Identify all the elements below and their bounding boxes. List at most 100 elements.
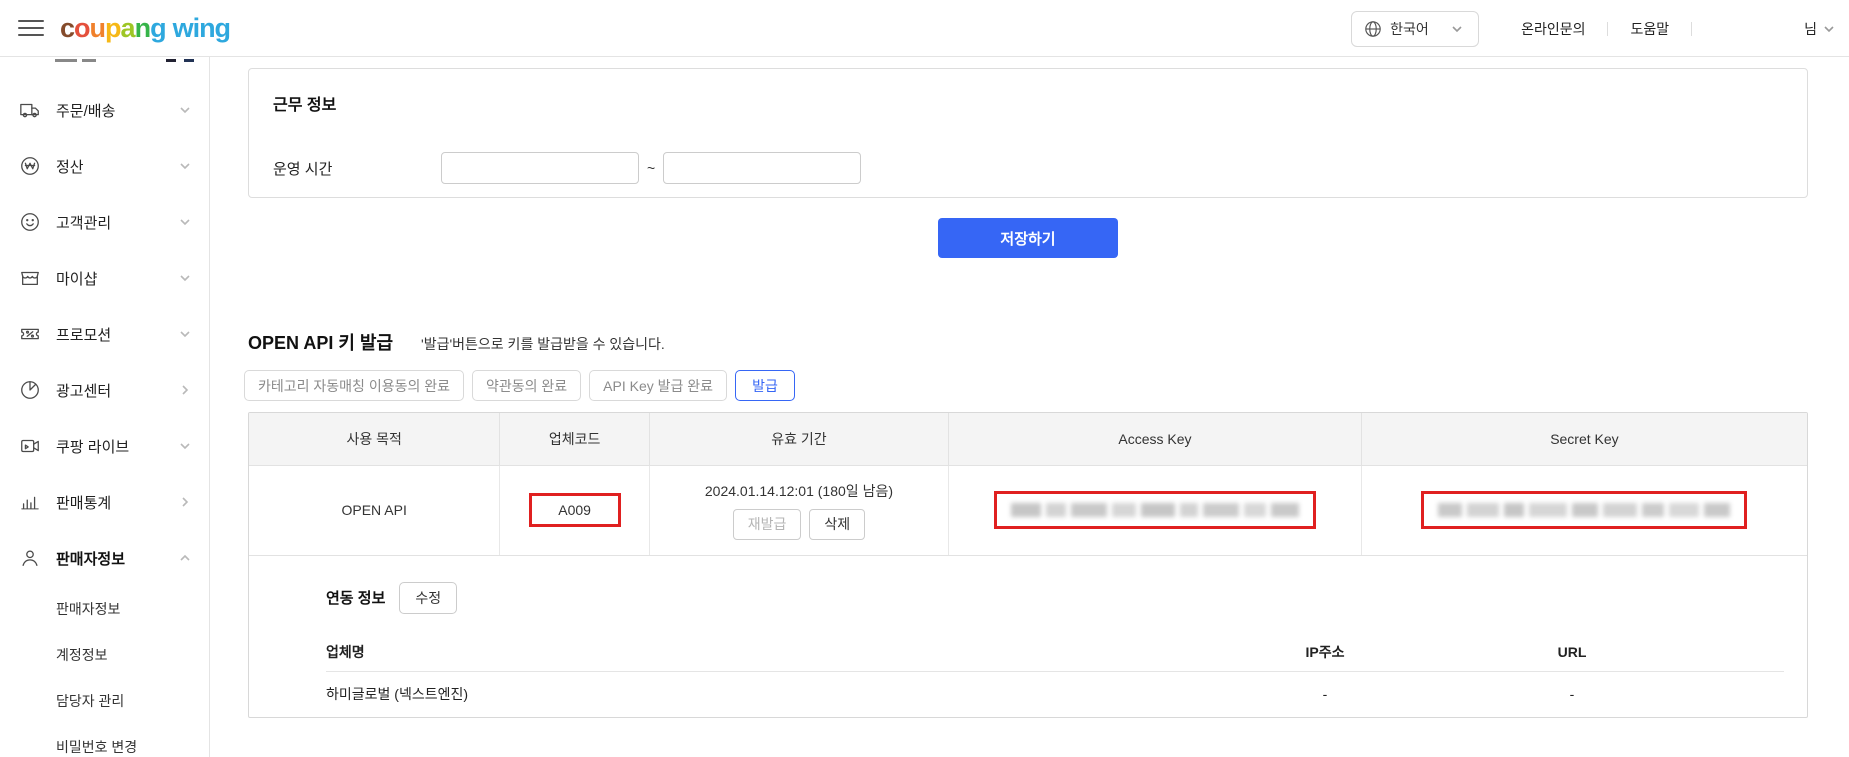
integration-info-title: 연동 정보 (326, 590, 386, 607)
api-key-table: 사용 목적 업체코드 유효 기간 Access Key Secret Key O… (249, 413, 1807, 556)
work-info-card: 근무 정보 운영 시간 ~ (248, 68, 1808, 198)
operating-hours-label: 운영 시간 (273, 160, 333, 178)
api-key-card: 사용 목적 업체코드 유효 기간 Access Key Secret Key O… (248, 412, 1808, 718)
chevron-down-icon (180, 275, 190, 282)
sidebar-item-my-shop[interactable]: 마이샵 (0, 250, 209, 306)
sidebar-item-promotion[interactable]: 프로모션 (0, 306, 209, 362)
access-key-redacted-value (1010, 503, 1299, 517)
open-api-description: '발급'버튼으로 키를 발급받을 수 있습니다. (421, 336, 665, 352)
hamburger-menu-icon[interactable] (18, 18, 44, 38)
ip-value: - (1322, 686, 1328, 702)
logo-wing-text: wing (172, 12, 231, 43)
submenu-item-account-info[interactable]: 계정정보 (56, 632, 209, 678)
api-status-tag-row: 카테고리 자동매칭 이용동의 완료 약관동의 완료 API Key 발급 완료 … (244, 370, 795, 401)
work-info-title: 근무 정보 (273, 97, 337, 114)
annotation-box-secret-key (1421, 491, 1748, 529)
integration-table: 업체명 IP주소 URL 하미글로벌 (넥스트엔진) - - (326, 634, 1784, 717)
smile-icon (18, 210, 42, 234)
coupang-wing-page: coupang wing 한국어 온라인문의 도움말 님 주문/배송 정산 고객… (0, 0, 1849, 757)
col-header-vendor-name: 업체명 (326, 644, 365, 660)
col-header-ip: IP주소 (1305, 644, 1345, 660)
col-header-validity: 유효 기간 (649, 413, 950, 466)
save-button[interactable]: 저장하기 (938, 218, 1118, 258)
validity-date-text: 2024.01.14.12:01 (180일 남음) (704, 482, 893, 499)
coupang-wing-logo[interactable]: coupang wing (60, 12, 231, 44)
user-menu[interactable]: 님 (1804, 19, 1835, 39)
online-inquiry-link[interactable]: 온라인문의 (1499, 19, 1607, 39)
logo-letter: g (150, 12, 166, 43)
col-header-access-key: Access Key (948, 413, 1362, 466)
chevron-down-icon (180, 163, 190, 170)
secret-key-redacted-value (1438, 503, 1731, 517)
issue-key-button[interactable]: 발급 (735, 370, 795, 401)
storefront-icon (18, 266, 42, 290)
submenu-item-password-change[interactable]: 비밀번호 변경 (56, 724, 209, 757)
truck-icon (18, 98, 42, 122)
sidebar-item-clipped (0, 57, 209, 67)
vendor-code-cell: A009 (499, 465, 650, 556)
col-header-purpose: 사용 목적 (249, 413, 501, 466)
sidebar-item-orders-shipping[interactable]: 주문/배송 (0, 82, 209, 138)
chevron-down-icon (1824, 25, 1834, 32)
chevron-up-icon (180, 554, 190, 561)
annotation-box-vendor-code: A009 (528, 493, 621, 527)
edit-button[interactable]: 수정 (399, 581, 458, 614)
globe-icon (1365, 20, 1381, 37)
bar-chart-icon (18, 490, 42, 514)
validity-cell: 2024.01.14.12:01 (180일 남음) 재발급 삭제 (649, 465, 950, 556)
logo-letter: u (89, 12, 106, 43)
submenu-item-manager-management[interactable]: 담당자 관리 (56, 678, 209, 724)
pie-chart-icon (18, 378, 42, 402)
sidebar-item-sales-statistics[interactable]: 판매통계 (0, 474, 209, 530)
operating-hours-row: 운영 시간 ~ (273, 152, 862, 184)
status-badge-apikey-issued: API Key 발급 완료 (589, 370, 728, 401)
url-value: - (1569, 686, 1575, 702)
seller-info-submenu: 판매자정보 계정정보 담당자 관리 비밀번호 변경 (0, 586, 209, 757)
vendor-code-value: A009 (558, 502, 591, 518)
header-right-menu: 한국어 온라인문의 도움말 님 (1351, 0, 1835, 57)
sidebar-item-ad-center[interactable]: 광고센터 (0, 362, 209, 418)
vendor-name-value: 하미글로벌 (넥스트엔진) (326, 686, 469, 702)
operating-hours-from-input[interactable] (441, 152, 639, 184)
chevron-right-icon (182, 497, 189, 507)
operating-hours-to-input[interactable] (663, 152, 862, 184)
user-name-suffix: 님 (1804, 20, 1817, 37)
language-selector[interactable]: 한국어 (1351, 10, 1480, 47)
access-key-cell (948, 465, 1362, 556)
won-circle-icon (18, 154, 42, 178)
status-badge-category-match: 카테고리 자동매칭 이용동의 완료 (244, 370, 464, 401)
logo-letter: p (105, 12, 121, 43)
table-header-row: 사용 목적 업체코드 유효 기간 Access Key Secret Key (249, 413, 1807, 466)
sidebar-nav: 주문/배송 정산 고객관리 마이샵 프로모션 광고센터 쿠팡 라이브 판매통계 … (0, 57, 210, 757)
language-label: 한국어 (1390, 20, 1429, 37)
chevron-down-icon (180, 107, 190, 114)
person-icon (18, 546, 42, 570)
col-header-vendor-code: 업체코드 (499, 413, 650, 466)
logo-letter: n (134, 12, 151, 43)
reissue-button[interactable]: 재발급 (732, 508, 802, 540)
logo-letter: c (60, 12, 75, 43)
open-api-section-header: OPEN API 키 발급 '발급'버튼으로 키를 발급받을 수 있습니다. (248, 329, 665, 355)
sidebar-item-coupang-live[interactable]: 쿠팡 라이브 (0, 418, 209, 474)
col-header-secret-key: Secret Key (1361, 413, 1807, 466)
chevron-down-icon (180, 443, 190, 450)
logo-letter: a (120, 12, 136, 43)
sidebar-item-settlement[interactable]: 정산 (0, 138, 209, 194)
secret-key-cell (1361, 465, 1807, 556)
col-header-url: URL (1557, 644, 1587, 660)
sidebar-item-seller-info[interactable]: 판매자정보 (0, 530, 209, 586)
delete-button[interactable]: 삭제 (809, 508, 866, 540)
top-header: coupang wing 한국어 온라인문의 도움말 님 (0, 0, 1849, 57)
chevron-down-icon (1452, 25, 1462, 32)
integration-info-section: 연동 정보 수정 업체명 IP주소 URL 하미글로벌 (넥스트엔진) - - (249, 556, 1807, 717)
help-link[interactable]: 도움말 (1608, 19, 1691, 39)
main-content: 근무 정보 운영 시간 ~ 저장하기 OPEN API 키 발급 '발급'버튼으… (210, 57, 1849, 757)
video-camera-icon (18, 434, 42, 458)
logo-letter: o (74, 12, 90, 43)
coupon-icon (18, 322, 42, 346)
chevron-down-icon (180, 219, 190, 226)
sidebar-item-customer-management[interactable]: 고객관리 (0, 194, 209, 250)
submenu-item-seller-info[interactable]: 판매자정보 (56, 586, 209, 632)
chevron-right-icon (182, 385, 189, 395)
status-badge-terms-agree: 약관동의 완료 (472, 370, 582, 401)
